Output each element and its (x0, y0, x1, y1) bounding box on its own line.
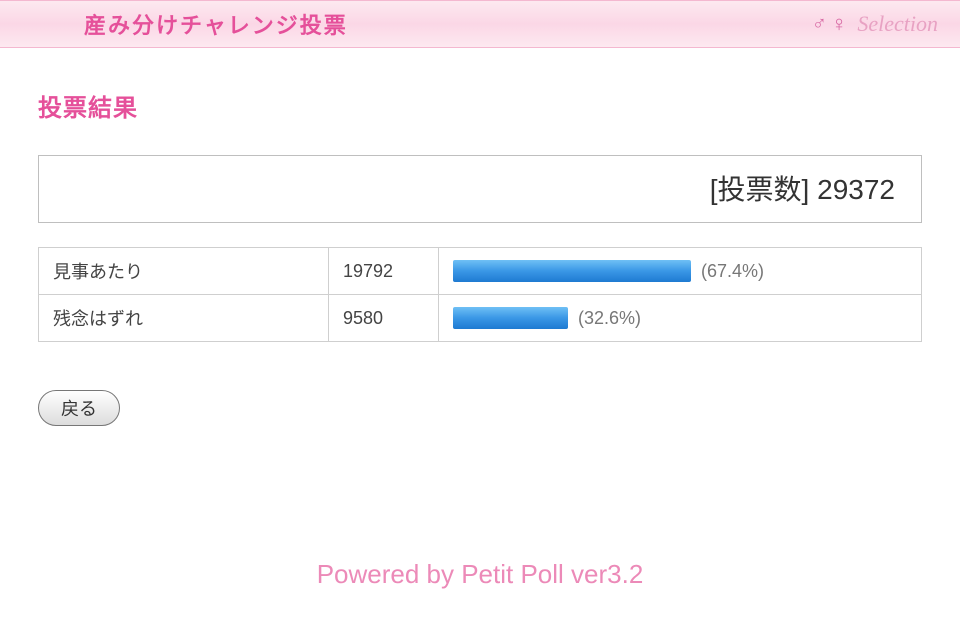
bar-wrap: (67.4%) (453, 260, 907, 282)
brand-text: Selection (857, 11, 938, 37)
table-row: 残念はずれ 9580 (32.6%) (39, 295, 922, 342)
mars-icon: ♂ (812, 13, 827, 36)
bar-wrap: (32.6%) (453, 307, 907, 329)
row-label: 残念はずれ (39, 295, 329, 342)
row-bar-cell: (67.4%) (439, 248, 922, 295)
page-header: 産み分けチャレンジ投票 ♂ ♀ Selection (0, 0, 960, 48)
row-pct: (32.6%) (578, 308, 641, 329)
section-title: 投票結果 (38, 88, 922, 123)
header-title: 産み分けチャレンジ投票 (84, 8, 348, 40)
row-pct: (67.4%) (701, 261, 764, 282)
total-votes-box: [投票数] 29372 (38, 155, 922, 223)
bar (453, 260, 691, 282)
bar (453, 307, 568, 329)
content-area: 投票結果 [投票数] 29372 見事あたり 19792 (67.4%) 残念は… (0, 48, 960, 426)
results-table: 見事あたり 19792 (67.4%) 残念はずれ 9580 (32.6%) (38, 247, 922, 342)
footer: Powered by Petit Poll ver3.2 (0, 559, 960, 590)
row-bar-cell: (32.6%) (439, 295, 922, 342)
back-button[interactable]: 戻る (38, 390, 120, 426)
table-row: 見事あたり 19792 (67.4%) (39, 248, 922, 295)
row-count: 9580 (329, 295, 439, 342)
total-value: 29372 (817, 174, 895, 205)
venus-icon: ♀ (831, 11, 848, 37)
row-label: 見事あたり (39, 248, 329, 295)
header-brand: ♂ ♀ Selection (812, 11, 938, 37)
total-label: [投票数] (710, 174, 810, 205)
footer-text[interactable]: Powered by Petit Poll ver3.2 (317, 559, 644, 589)
row-count: 19792 (329, 248, 439, 295)
